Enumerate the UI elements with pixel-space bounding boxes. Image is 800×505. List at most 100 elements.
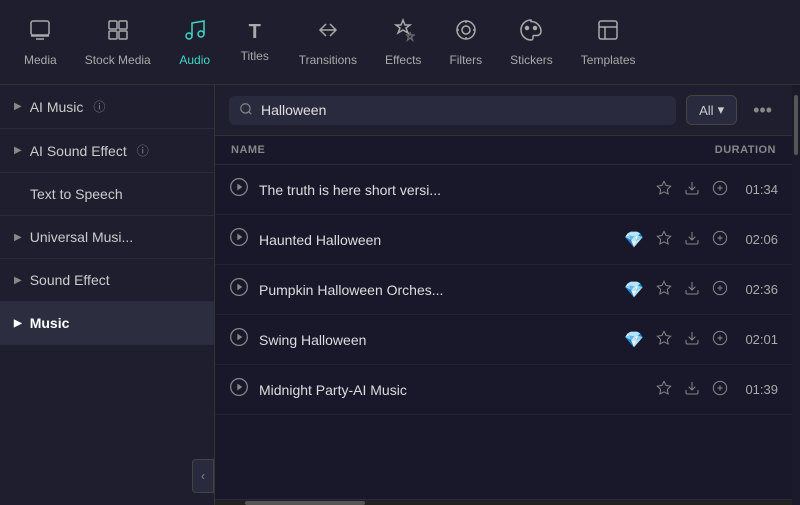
track-row[interactable]: The truth is here short versi... — [215, 165, 792, 215]
ai-sound-effect-label: AI Sound Effect — [30, 143, 127, 159]
chevron-right-icon-3: ▶ — [14, 232, 22, 243]
stock-media-label: Stock Media — [85, 53, 151, 67]
titles-label: Titles — [241, 49, 269, 63]
sidebar: ▶ AI Music ⓘ ▶ AI Sound Effect ⓘ Text to… — [0, 85, 215, 505]
favorite-icon-3[interactable] — [656, 280, 672, 300]
chevron-down-icon: ▾ — [718, 102, 725, 118]
favorite-icon-2[interactable] — [656, 230, 672, 250]
text-to-speech-label: Text to Speech — [30, 186, 123, 202]
play-button-3[interactable] — [229, 277, 249, 302]
nav-item-audio[interactable]: Audio — [165, 10, 225, 75]
track-duration-5: 01:39 — [740, 382, 778, 397]
col-duration-header: DURATION — [715, 144, 776, 156]
effects-label: Effects — [385, 53, 421, 67]
titles-icon: T — [249, 21, 261, 44]
content-area: All ▾ ••• NAME DURATION The truth is her… — [215, 85, 792, 505]
track-duration-4: 02:01 — [740, 332, 778, 347]
horizontal-scrollbar[interactable] — [215, 499, 792, 505]
play-button-2[interactable] — [229, 227, 249, 252]
add-to-timeline-icon-5[interactable] — [712, 380, 728, 400]
stickers-label: Stickers — [510, 53, 553, 67]
search-icon — [239, 102, 253, 119]
sidebar-item-ai-music[interactable]: ▶ AI Music ⓘ — [0, 85, 214, 129]
download-icon-3[interactable] — [684, 280, 700, 300]
sidebar-item-text-to-speech[interactable]: Text to Speech — [0, 173, 214, 216]
track-actions-4: 💎 — [624, 330, 778, 350]
nav-item-filters[interactable]: Filters — [435, 10, 496, 75]
vertical-scroll-thumb[interactable] — [794, 95, 798, 155]
favorite-icon-5[interactable] — [656, 380, 672, 400]
download-icon-2[interactable] — [684, 230, 700, 250]
transitions-label: Transitions — [299, 53, 357, 67]
filter-button[interactable]: All ▾ — [686, 95, 737, 125]
col-name-header: NAME — [231, 144, 265, 156]
nav-item-media[interactable]: Media — [10, 10, 71, 75]
vertical-scrollbar[interactable] — [792, 85, 800, 505]
filters-label: Filters — [449, 53, 482, 67]
filter-label: All — [699, 103, 713, 118]
ai-music-info-icon: ⓘ — [93, 98, 105, 115]
main-layout: ▶ AI Music ⓘ ▶ AI Sound Effect ⓘ Text to… — [0, 85, 800, 505]
top-navigation: Media Stock Media Audio T Titles — [0, 0, 800, 85]
track-row[interactable]: Haunted Halloween 💎 — [215, 215, 792, 265]
sidebar-item-ai-sound-effect[interactable]: ▶ AI Sound Effect ⓘ — [0, 129, 214, 173]
nav-item-stock-media[interactable]: Stock Media — [71, 10, 165, 75]
music-label: Music — [30, 315, 70, 331]
add-to-timeline-icon-1[interactable] — [712, 180, 728, 200]
gem-icon-4: 💎 — [624, 330, 644, 350]
scroll-thumb[interactable] — [245, 501, 365, 505]
download-icon-1[interactable] — [684, 180, 700, 200]
search-input[interactable] — [261, 102, 666, 118]
play-button-5[interactable] — [229, 377, 249, 402]
transitions-icon — [316, 18, 340, 48]
track-actions-2: 💎 — [624, 230, 778, 250]
track-duration-1: 01:34 — [740, 182, 778, 197]
nav-item-effects[interactable]: Effects — [371, 10, 435, 75]
track-row[interactable]: Midnight Party-AI Music — [215, 365, 792, 415]
favorite-icon-4[interactable] — [656, 330, 672, 350]
templates-label: Templates — [581, 53, 636, 67]
ai-music-label: AI Music — [30, 99, 84, 115]
track-duration-3: 02:36 — [740, 282, 778, 297]
search-input-wrap[interactable] — [229, 96, 676, 125]
track-name-2: Haunted Halloween — [259, 232, 614, 248]
track-name-4: Swing Halloween — [259, 332, 614, 348]
sidebar-item-music[interactable]: ▶ Music — [0, 302, 214, 345]
sidebar-item-universal-music[interactable]: ▶ Universal Musi... — [0, 216, 214, 259]
track-name-3: Pumpkin Halloween Orches... — [259, 282, 614, 298]
nav-item-stickers[interactable]: Stickers — [496, 10, 567, 75]
search-bar: All ▾ ••• — [215, 85, 792, 136]
nav-item-titles[interactable]: T Titles — [225, 13, 285, 71]
sidebar-collapse-button[interactable]: ‹ — [192, 459, 214, 493]
favorite-icon-1[interactable] — [656, 180, 672, 200]
play-button-1[interactable] — [229, 177, 249, 202]
gem-icon-2: 💎 — [624, 230, 644, 250]
play-button-4[interactable] — [229, 327, 249, 352]
add-to-timeline-icon-4[interactable] — [712, 330, 728, 350]
track-name-1: The truth is here short versi... — [259, 182, 646, 198]
nav-item-transitions[interactable]: Transitions — [285, 10, 371, 75]
stickers-icon — [519, 18, 543, 48]
media-label: Media — [24, 53, 57, 67]
effects-icon — [391, 18, 415, 48]
audio-icon — [183, 18, 207, 48]
add-to-timeline-icon-2[interactable] — [712, 230, 728, 250]
track-list: The truth is here short versi... — [215, 165, 792, 499]
track-row[interactable]: Pumpkin Halloween Orches... 💎 — [215, 265, 792, 315]
chevron-right-icon: ▶ — [14, 101, 22, 112]
download-icon-5[interactable] — [684, 380, 700, 400]
track-name-5: Midnight Party-AI Music — [259, 382, 646, 398]
add-to-timeline-icon-3[interactable] — [712, 280, 728, 300]
sidebar-item-sound-effect[interactable]: ▶ Sound Effect — [0, 259, 214, 302]
templates-icon — [596, 18, 620, 48]
track-row[interactable]: Swing Halloween 💎 — [215, 315, 792, 365]
track-duration-2: 02:06 — [740, 232, 778, 247]
more-options-button[interactable]: ••• — [747, 96, 778, 125]
download-icon-4[interactable] — [684, 330, 700, 350]
filters-icon — [454, 18, 478, 48]
audio-label: Audio — [179, 53, 210, 67]
chevron-right-icon-2: ▶ — [14, 145, 22, 156]
track-actions-5: 01:39 — [656, 380, 778, 400]
media-icon — [28, 18, 52, 48]
nav-item-templates[interactable]: Templates — [567, 10, 650, 75]
